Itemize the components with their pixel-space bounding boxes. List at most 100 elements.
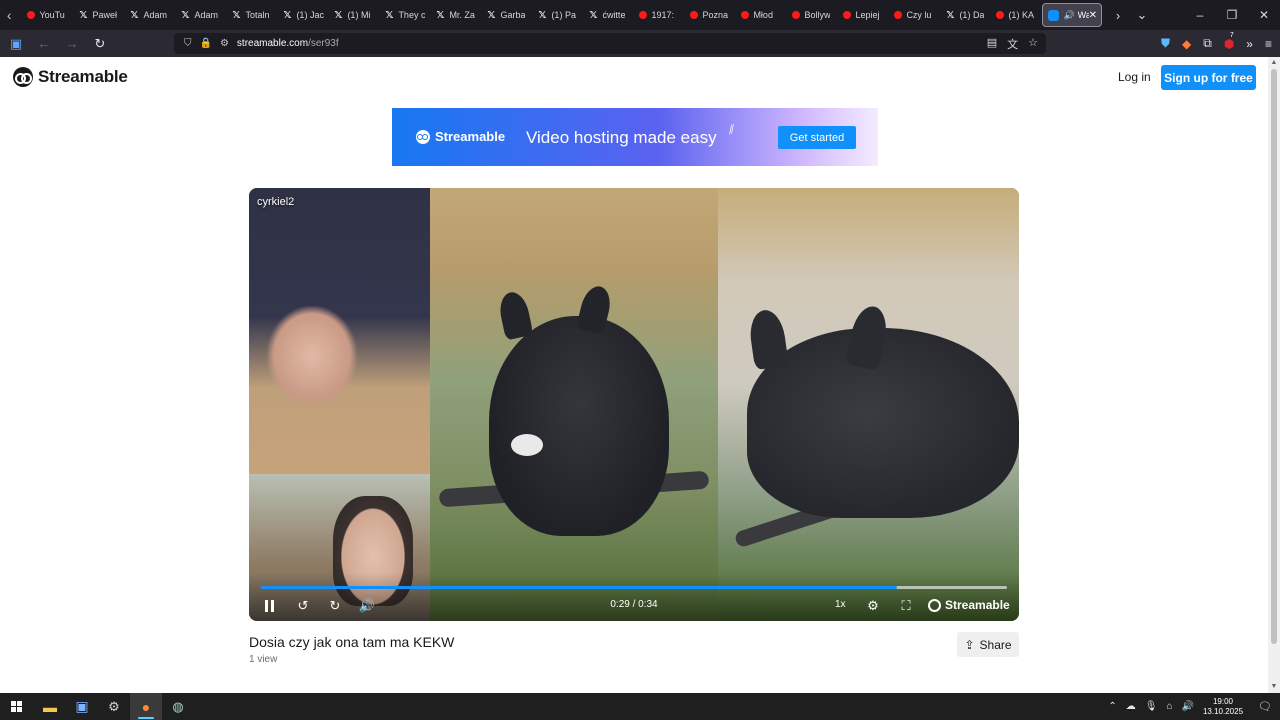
browser-tab[interactable]: Bollyw (783, 0, 834, 30)
adblock-extension-icon[interactable]: ⬢ 7 (1224, 32, 1234, 51)
site-permissions-icon[interactable]: ⚙ (220, 38, 229, 49)
url-bar[interactable]: ⛉ 🔒 ⚙ streamable.com/ser93f ▤ 文 ☆ (174, 33, 1046, 54)
browser-tab[interactable]: 𝕏 (1) Jac (273, 0, 324, 30)
browser-tab[interactable]: (1) KA (987, 0, 1038, 30)
banner-logo: Streamable (416, 129, 505, 144)
browser-tab[interactable]: 𝕏 (1) Da (936, 0, 987, 30)
video-player[interactable]: cyrkiel2 ↺ ↻ 🔊 0:29 / 0:34 1x ⚙ ⛶ Stream… (249, 188, 1019, 621)
fast-forward-icon[interactable]: ↻ (325, 597, 345, 615)
start-button[interactable] (0, 693, 32, 720)
login-link[interactable]: Log in (1118, 70, 1151, 84)
extensions-icon[interactable]: ⧉ (1203, 36, 1212, 51)
lock-icon[interactable]: 🔒 (200, 38, 212, 49)
browser-tab[interactable]: 𝕏 Mr. Za (426, 0, 477, 30)
speaker-icon[interactable]: 🔊 (1063, 10, 1074, 21)
tab-label: Totaln (245, 10, 270, 20)
file-explorer-icon[interactable]: ▬ (34, 693, 66, 720)
app-menu-icon[interactable]: ≡ (1265, 37, 1272, 51)
browser-tab[interactable]: Młod (732, 0, 783, 30)
browser-tab[interactable]: 𝕏 (1) Mi (324, 0, 375, 30)
video-controls: ↺ ↻ 🔊 0:29 / 0:34 1x ⚙ ⛶ Streamable (249, 573, 1019, 621)
site-logo[interactable]: Streamable (13, 67, 128, 87)
browser-tab[interactable]: Czy lu (885, 0, 936, 30)
notifications-icon[interactable]: 🗨 (1258, 700, 1272, 713)
youtube-icon (27, 11, 36, 19)
translate-icon[interactable]: 文 (1007, 36, 1018, 52)
speaker-tray-icon[interactable]: 🔊 (1182, 701, 1194, 712)
close-tab-icon[interactable]: ✕ (1089, 10, 1097, 21)
browser-tab[interactable]: 𝕏 Adam (120, 0, 171, 30)
tab-scroll-right-icon[interactable]: › (1106, 8, 1130, 23)
scroll-down-icon[interactable]: ▼ (1270, 683, 1278, 691)
onedrive-icon[interactable]: ☁ (1126, 701, 1136, 712)
reload-icon[interactable]: ↻ (88, 32, 112, 56)
x-icon: 𝕏 (79, 9, 88, 21)
dog-shape (747, 328, 1019, 518)
tab-active[interactable]: 🔊 Wa ✕ (1042, 3, 1102, 27)
tray-overflow-icon[interactable]: ⌃ (1108, 701, 1116, 712)
ad-banner[interactable]: Streamable Video hosting made easy ⁄⁄ Ge… (392, 108, 878, 166)
browser-tab[interactable]: Lepiej (834, 0, 885, 30)
vpn-extension-icon[interactable]: ⛊ (1161, 36, 1170, 51)
browser-tab[interactable]: 𝕏 Garba (477, 0, 528, 30)
app-icon[interactable]: ◍ (162, 693, 194, 720)
browser-tab[interactable]: 𝕏ćwitte (579, 0, 630, 30)
scroll-up-icon[interactable]: ▲ (1270, 59, 1278, 67)
video-frame-left-top (249, 188, 430, 474)
page-scrollbar[interactable]: ▲ ▼ (1268, 57, 1280, 693)
get-started-button[interactable]: Get started (778, 126, 856, 149)
browser-tab[interactable]: 𝕏 (1) Pa (528, 0, 579, 30)
pause-icon[interactable] (265, 600, 275, 612)
browser-tab[interactable]: 𝕏 Totaln (222, 0, 273, 30)
tab-label: Adam (194, 10, 218, 20)
volume-icon[interactable]: 🔊 (357, 597, 377, 615)
browser-tab[interactable]: YouTu (18, 0, 69, 30)
forward-icon[interactable]: → (60, 32, 84, 56)
tab-scroll-left-icon[interactable]: ‹ (0, 0, 18, 30)
minimize-icon[interactable]: – (1184, 8, 1216, 22)
browser-tab[interactable]: 𝕏 Adam (171, 0, 222, 30)
scrollbar-thumb[interactable] (1271, 69, 1277, 644)
x-icon: 𝕏 (385, 9, 394, 21)
tracking-shield-icon[interactable]: ⛉ (184, 38, 192, 49)
tab-label: Bollyw (804, 10, 831, 20)
progress-bar[interactable] (261, 586, 1007, 589)
overflow-chevron-icon[interactable]: » (1246, 37, 1253, 51)
restore-icon[interactable]: ❐ (1216, 8, 1248, 22)
network-icon[interactable]: ⌂ (1166, 701, 1172, 712)
x-icon: 𝕏 (436, 9, 445, 21)
streamable-logo-icon (928, 598, 941, 612)
reader-view-icon[interactable]: ▤ (987, 36, 997, 52)
playback-speed-button[interactable]: 1x (835, 599, 846, 610)
back-icon[interactable]: ← (32, 32, 56, 56)
microphone-icon[interactable]: 🎙 (1145, 701, 1158, 712)
tab-label: Lepiej (855, 10, 880, 20)
list-all-tabs-icon[interactable]: ⌄ (1130, 7, 1154, 23)
url-host: streamable.com (236, 38, 309, 49)
tab-label: (1) Da (959, 10, 985, 20)
banner-tagline: Video hosting made easy (526, 128, 717, 147)
settings-gear-icon[interactable]: ⚙ (863, 597, 883, 615)
player-brand[interactable]: Streamable (928, 598, 1010, 612)
x-icon: 𝕏 (334, 9, 343, 21)
clock-date: 13.10.2025 (1202, 706, 1244, 716)
clock[interactable]: 19:00 13.10.2025 (1203, 697, 1243, 717)
sidebar-toggle-icon[interactable]: ▣ (4, 32, 28, 56)
close-window-icon[interactable]: ✕ (1248, 8, 1280, 22)
browser-tab[interactable]: 𝕏 Paweł (69, 0, 120, 30)
share-button[interactable]: ⇪ Share (957, 632, 1019, 657)
firefox-icon[interactable]: ● (130, 693, 162, 720)
steam-icon[interactable]: ⚙ (98, 693, 130, 720)
tab-label: (1) KA (1008, 10, 1034, 20)
bookmark-star-icon[interactable]: ☆ (1028, 36, 1038, 52)
rewind-icon[interactable]: ↺ (293, 597, 313, 615)
browser-tab[interactable]: 1917: (630, 0, 681, 30)
x-icon: 𝕏 (487, 9, 496, 21)
browser-tab[interactable]: 𝕏 They c (375, 0, 426, 30)
remote-desktop-icon[interactable]: ▣ (66, 693, 98, 720)
fullscreen-icon[interactable]: ⛶ (896, 597, 916, 615)
browser-tab[interactable]: Pozna (681, 0, 732, 30)
signup-button[interactable]: Sign up for free (1161, 65, 1256, 90)
video-uploader[interactable]: cyrkiel2 (257, 196, 294, 208)
fox-extension-icon[interactable]: ◆ (1182, 37, 1191, 51)
